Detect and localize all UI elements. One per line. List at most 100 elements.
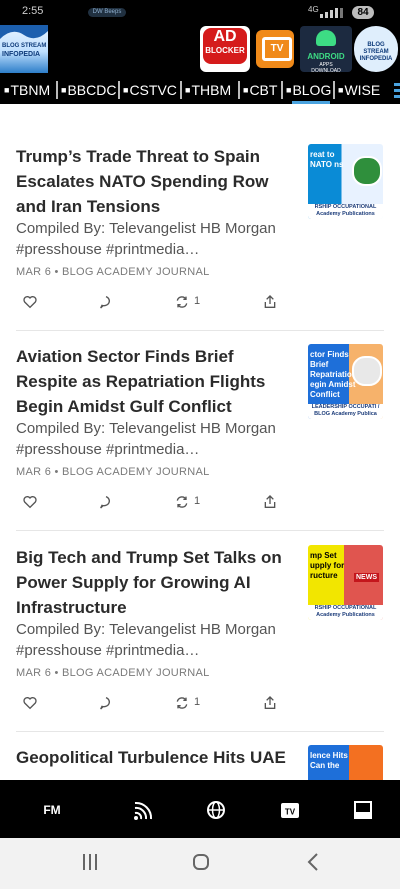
comment-button[interactable] <box>98 494 114 512</box>
comment-icon <box>100 496 110 509</box>
broadcast-button[interactable] <box>132 800 154 820</box>
back-icon[interactable] <box>306 853 320 871</box>
blog-stream-logo[interactable]: BLOG STREAM INFOPEDIA <box>0 25 48 73</box>
android-sublabel: APPS DOWNLOAD <box>311 62 341 74</box>
tab-bbcdc[interactable]: ■BBCDC <box>61 82 116 98</box>
post-title[interactable]: Big Tech and Trump Set Talks on Power Su… <box>16 545 286 620</box>
android-apps-button[interactable]: ANDROID APPS DOWNLOAD <box>300 26 352 74</box>
comment-icon <box>100 697 110 710</box>
comment-icon <box>100 296 110 309</box>
notification-pill: DW Beeps <box>88 8 126 17</box>
post-excerpt: Compiled By: Televangelist HB Morgan #pr… <box>16 621 276 659</box>
android-label: ANDROID <box>307 52 345 61</box>
tab-wise[interactable]: ■WISE <box>338 82 380 98</box>
post-actions: 1 <box>16 695 384 715</box>
news-badge: NEWS <box>354 573 379 582</box>
heart-icon <box>23 697 37 710</box>
restack-icon <box>176 697 188 709</box>
post-excerpt: Compiled By: Televangelist HB Morgan #pr… <box>16 420 276 458</box>
bottom-toolbar: FM TV <box>0 780 400 838</box>
recents-icon[interactable] <box>82 853 98 871</box>
tab-divider <box>118 81 120 99</box>
tab-divider <box>281 81 283 99</box>
tab-cstvc[interactable]: ■CSTVC <box>123 82 177 98</box>
home-icon[interactable] <box>192 853 210 871</box>
share-button[interactable] <box>262 294 278 312</box>
restack-count: 1 <box>194 696 201 708</box>
android-icon <box>316 30 336 46</box>
tab-thbm[interactable]: ■THBM <box>185 82 231 98</box>
post-title[interactable]: Geopolitical Turbulence Hits UAE <box>16 745 286 770</box>
post-title[interactable]: Trump’s Trade Threat to Spain Escalates … <box>16 144 286 219</box>
restack-icon <box>176 296 188 308</box>
logo-line2: INFOPEDIA <box>2 51 41 58</box>
tv-app-button[interactable]: TV <box>256 30 294 68</box>
logo-line1: BLOG STREAM <box>2 43 47 49</box>
svg-text:TV: TV <box>285 808 296 817</box>
restack-count: 1 <box>194 295 201 307</box>
blog-stream-label: BLOG STREAM INFOPEDIA <box>359 42 393 62</box>
restack-icon <box>176 496 188 508</box>
tab-blog[interactable]: ■BLOG <box>286 82 331 98</box>
system-navigation-bar <box>0 838 400 889</box>
like-button[interactable] <box>22 294 38 312</box>
app-header: 2:55 DW Beeps 4G 84 BLOG STREAM INFOPEDI… <box>0 0 400 78</box>
share-button[interactable] <box>262 695 278 713</box>
tab-divider <box>180 81 182 99</box>
wave-icon <box>0 25 48 39</box>
post-thumbnail[interactable]: mp Set upply for ructure NEWS RSHIP OCCU… <box>308 545 383 620</box>
post-title[interactable]: Aviation Sector Finds Brief Respite as R… <box>16 344 286 419</box>
battery-icon: 84 <box>352 6 374 19</box>
signal-icon <box>320 8 343 18</box>
share-icon <box>264 295 276 308</box>
tab-tbnm[interactable]: ■TBNM <box>4 82 50 98</box>
post-divider <box>16 330 384 331</box>
post-divider <box>16 530 384 531</box>
post-actions: 1 <box>16 294 384 314</box>
post-feed: Trump’s Trade Threat to Spain Escalates … <box>0 104 400 780</box>
heart-icon <box>23 296 37 309</box>
post-thumbnail[interactable]: ctor Finds Brief Repatriation egin Amids… <box>308 344 383 419</box>
tab-divider <box>333 81 335 99</box>
post-meta: MAR 6 • BLOG ACADEMY JOURNAL <box>16 466 210 478</box>
ad-blocker-app-button[interactable]: AD BLOCKER <box>200 26 250 72</box>
tv-icon: TV <box>281 803 299 818</box>
post-divider <box>16 731 384 732</box>
tv-icon: TV <box>262 37 292 61</box>
heart-icon <box>23 496 37 509</box>
like-button[interactable] <box>22 494 38 512</box>
restack-button[interactable]: 1 <box>174 695 200 713</box>
like-button[interactable] <box>22 695 38 713</box>
post-excerpt: Compiled By: Televangelist HB Morgan #pr… <box>16 220 276 258</box>
post-actions: 1 <box>16 494 384 514</box>
window-button[interactable] <box>352 800 374 820</box>
window-icon <box>354 801 372 819</box>
ad-label: AD <box>213 28 237 45</box>
post-meta: MAR 6 • BLOG ACADEMY JOURNAL <box>16 266 210 278</box>
broadcast-icon <box>134 801 153 820</box>
globe-icon <box>352 156 382 186</box>
share-button[interactable] <box>262 494 278 512</box>
tv-button[interactable]: TV <box>279 800 301 820</box>
blocker-label: BLOCKER <box>205 46 245 55</box>
globe-icon <box>207 801 225 819</box>
globe-icon <box>352 356 382 386</box>
comment-button[interactable] <box>98 695 114 713</box>
post-thumbnail[interactable]: reat to NATO ns RSHIP OCCUPATIONAL Acade… <box>308 144 383 219</box>
status-time: 2:55 <box>22 5 44 17</box>
tab-divider <box>56 81 58 99</box>
web-button[interactable] <box>205 800 227 820</box>
network-label: 4G <box>308 5 319 14</box>
category-nav: ■TBNM ■BBCDC ■CSTVC ■THBM ■CBT ■BLOG ■WI… <box>0 78 400 104</box>
comment-button[interactable] <box>98 294 114 312</box>
blog-stream-app-button[interactable]: BLOG STREAM INFOPEDIA <box>354 26 398 72</box>
restack-button[interactable]: 1 <box>174 494 200 512</box>
restack-button[interactable]: 1 <box>174 294 200 312</box>
post-thumbnail[interactable]: lence Hits Can the <box>308 745 383 780</box>
tab-cbt[interactable]: ■CBT <box>243 82 277 98</box>
menu-icon[interactable] <box>394 83 400 99</box>
tab-divider <box>238 81 240 99</box>
fm-button[interactable]: FM <box>41 800 63 820</box>
restack-count: 1 <box>194 495 201 507</box>
status-bar: 2:55 DW Beeps 4G 84 <box>0 0 400 24</box>
